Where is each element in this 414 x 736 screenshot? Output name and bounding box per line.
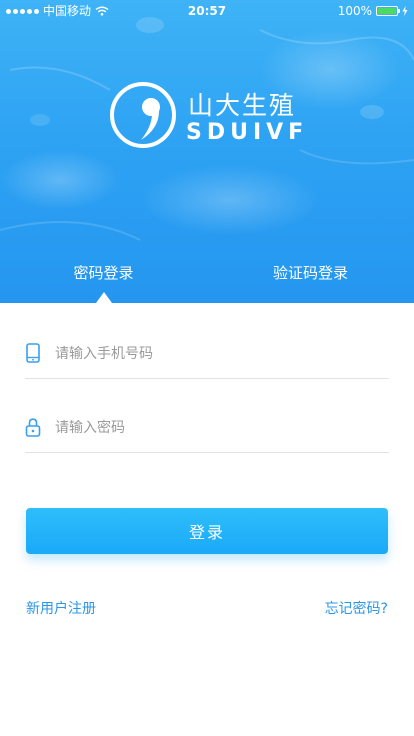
password-input[interactable] [53, 412, 387, 444]
battery-percent: 100% [337, 4, 372, 18]
register-link[interactable]: 新用户注册 [26, 598, 96, 618]
status-bar: 中国移动 20:57 100% [0, 0, 414, 22]
forgot-password-link[interactable]: 忘记密码? [325, 598, 388, 618]
login-tabs: 密码登录 验证码登录 [0, 258, 414, 288]
brand-name-cn: 山大生殖 [188, 91, 297, 120]
logo-mark-icon [110, 82, 176, 148]
phone-input[interactable] [53, 338, 387, 370]
phone-icon [26, 343, 40, 363]
tab-code-login[interactable]: 验证码登录 [207, 258, 414, 288]
brand-logo: 山大生殖 SDUIVF [108, 80, 308, 150]
header-banner: 中国移动 20:57 100% 山大生殖 SDUIVF 密码登录 验证码登录 [0, 0, 414, 303]
password-field [25, 402, 389, 453]
battery-icon [376, 6, 400, 16]
lock-icon [25, 418, 41, 437]
brand-name-en: SDUIVF [186, 120, 309, 145]
tab-password-login[interactable]: 密码登录 [0, 258, 207, 288]
charging-bolt-icon [402, 6, 408, 16]
status-right: 100% [338, 0, 408, 22]
login-button[interactable]: 登录 [26, 508, 388, 554]
phone-field [25, 328, 389, 379]
active-tab-indicator [96, 292, 112, 303]
